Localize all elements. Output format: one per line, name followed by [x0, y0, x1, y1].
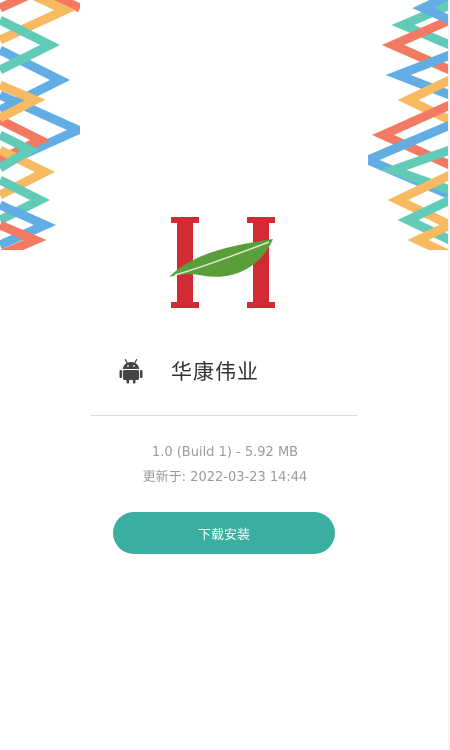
divider — [90, 415, 358, 416]
android-icon — [119, 358, 143, 384]
app-name: 华康伟业 — [171, 360, 259, 384]
decorative-zigzag-right — [368, 0, 450, 250]
update-time: 更新于: 2022-03-23 14:44 — [142, 470, 308, 485]
version-info: 1.0 (Build 1) - 5.92 MB — [151, 445, 299, 460]
download-install-button[interactable]: 下载安装 — [113, 512, 335, 554]
app-logo — [169, 217, 275, 308]
app-title-row: 华康伟业 — [118, 352, 259, 390]
decorative-zigzag-left — [0, 0, 80, 250]
